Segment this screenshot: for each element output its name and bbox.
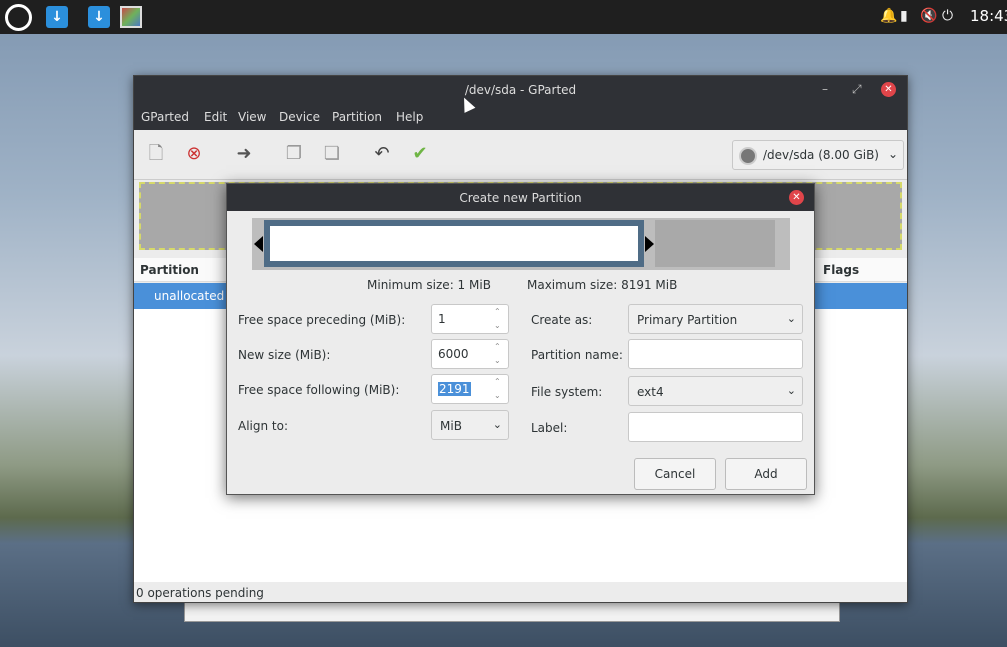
dialog-titlebar[interactable]: Create new Partition ✕ xyxy=(227,184,814,211)
copy-icon[interactable]: ❐ xyxy=(282,142,306,166)
create-partition-dialog: Create new Partition ✕ Minimum size: 1 M… xyxy=(226,183,815,495)
partition-resizer[interactable] xyxy=(252,218,790,270)
image-viewer-icon[interactable] xyxy=(120,6,142,28)
status-text: 0 operations pending xyxy=(136,586,264,600)
minimize-icon[interactable]: – xyxy=(822,82,828,96)
create-as-label: Create as: xyxy=(531,313,593,327)
device-selector-label: /dev/sda (8.00 GiB) xyxy=(763,148,879,162)
taskbar: ↓ ↓ 🔔 ▮ 🔇 ⏻ 18:43 xyxy=(0,0,1007,34)
column-partition[interactable]: Partition xyxy=(140,263,199,277)
partition-name-cell: unallocated xyxy=(154,289,225,303)
chevron-up-icon[interactable]: ⌃ xyxy=(494,342,501,351)
select-value: ext4 xyxy=(637,385,664,399)
spinner-value[interactable]: 1 xyxy=(438,312,446,326)
free-space-preceding-spinner[interactable]: 1 ⌃ ⌄ xyxy=(431,304,509,334)
disk-icon xyxy=(739,147,757,165)
spinner-value[interactable]: 6000 xyxy=(438,347,469,361)
menu-help[interactable]: Help xyxy=(396,110,423,124)
new-partition-bar[interactable] xyxy=(264,220,644,267)
menu-edit[interactable]: Edit xyxy=(204,110,227,124)
column-flags[interactable]: Flags xyxy=(823,263,859,277)
power-icon[interactable]: ⏻ xyxy=(942,8,953,24)
resize-handle-right[interactable] xyxy=(645,236,654,252)
chevron-up-icon[interactable]: ⌃ xyxy=(494,307,501,316)
start-menu-button[interactable] xyxy=(5,4,32,31)
clock[interactable]: 18:43 xyxy=(970,7,1007,25)
close-icon[interactable]: ✕ xyxy=(789,190,804,205)
undo-icon[interactable]: ↶ xyxy=(370,142,394,166)
notification-bell-icon[interactable]: 🔔 xyxy=(880,8,897,24)
background-window-edge xyxy=(184,600,840,622)
file-system-label: File system: xyxy=(531,385,603,399)
dialog-title: Create new Partition xyxy=(459,191,582,205)
cancel-button[interactable]: Cancel xyxy=(634,458,716,490)
menu-view[interactable]: View xyxy=(238,110,266,124)
menu-device[interactable]: Device xyxy=(279,110,320,124)
create-as-select[interactable]: Primary Partition ⌄ xyxy=(628,304,803,334)
system-tray: 🔔 ▮ 🔇 ⏻ 18:43 xyxy=(842,4,1007,30)
window-title: /dev/sda - GParted xyxy=(464,83,577,97)
toolbar: 🗋 ⊗ ➜ ❐ ❏ ↶ ✔ /dev/sda (8.00 GiB) ⌄ xyxy=(134,130,907,180)
free-space-following-label: Free space following (MiB): xyxy=(238,383,400,397)
window-titlebar[interactable]: /dev/sda - GParted – ⤢ ✕ xyxy=(134,76,907,104)
resize-move-icon[interactable]: ➜ xyxy=(232,142,256,166)
paste-icon[interactable]: ❏ xyxy=(320,142,344,166)
new-size-label: New size (MiB): xyxy=(238,348,331,362)
delete-icon[interactable]: ⊗ xyxy=(182,142,206,166)
partition-name-field[interactable] xyxy=(628,339,803,369)
download-icon[interactable]: ↓ xyxy=(46,6,68,28)
device-selector[interactable]: /dev/sda (8.00 GiB) ⌄ xyxy=(732,140,904,170)
menu-gparted[interactable]: GParted xyxy=(141,110,189,124)
label-field[interactable] xyxy=(628,412,803,442)
chevron-down-icon[interactable]: ⌄ xyxy=(494,321,501,330)
free-space-bar xyxy=(655,220,775,267)
menu-bar: GParted Edit View Device Partition Help xyxy=(134,104,907,130)
chevron-down-icon: ⌄ xyxy=(492,418,502,431)
select-value: Primary Partition xyxy=(637,313,738,327)
align-to-label: Align to: xyxy=(238,419,289,433)
free-space-following-spinner[interactable]: 2191 ⌃ ⌄ xyxy=(431,374,509,404)
label-label: Label: xyxy=(531,421,568,435)
status-bar: 0 operations pending xyxy=(134,582,907,602)
battery-icon[interactable]: ▮ xyxy=(900,8,908,24)
maximize-icon[interactable]: ⤢ xyxy=(852,82,862,97)
file-system-select[interactable]: ext4 ⌄ xyxy=(628,376,803,406)
minimum-size-label: Minimum size: 1 MiB xyxy=(367,278,491,292)
maximum-size-label: Maximum size: 8191 MiB xyxy=(527,278,678,292)
chevron-down-icon[interactable]: ⌄ xyxy=(494,356,501,365)
select-value: MiB xyxy=(440,419,462,433)
align-to-select[interactable]: MiB ⌄ xyxy=(431,410,509,440)
partition-name-label: Partition name: xyxy=(531,348,623,362)
chevron-down-icon: ⌄ xyxy=(786,384,796,397)
download-icon[interactable]: ↓ xyxy=(88,6,110,28)
volume-muted-icon[interactable]: 🔇 xyxy=(920,8,937,24)
chevron-down-icon: ⌄ xyxy=(786,312,796,325)
chevron-down-icon[interactable]: ⌄ xyxy=(494,391,501,400)
add-button[interactable]: Add xyxy=(725,458,807,490)
apply-icon[interactable]: ✔ xyxy=(408,142,432,166)
chevron-down-icon: ⌄ xyxy=(888,147,899,161)
close-icon[interactable]: ✕ xyxy=(881,82,896,97)
resize-handle-left[interactable] xyxy=(254,236,263,252)
new-size-spinner[interactable]: 6000 ⌃ ⌄ xyxy=(431,339,509,369)
free-space-preceding-label: Free space preceding (MiB): xyxy=(238,313,406,327)
spinner-value[interactable]: 2191 xyxy=(438,382,471,396)
menu-partition[interactable]: Partition xyxy=(332,110,382,124)
new-partition-icon[interactable]: 🗋 xyxy=(144,142,168,166)
chevron-up-icon[interactable]: ⌃ xyxy=(494,377,501,386)
